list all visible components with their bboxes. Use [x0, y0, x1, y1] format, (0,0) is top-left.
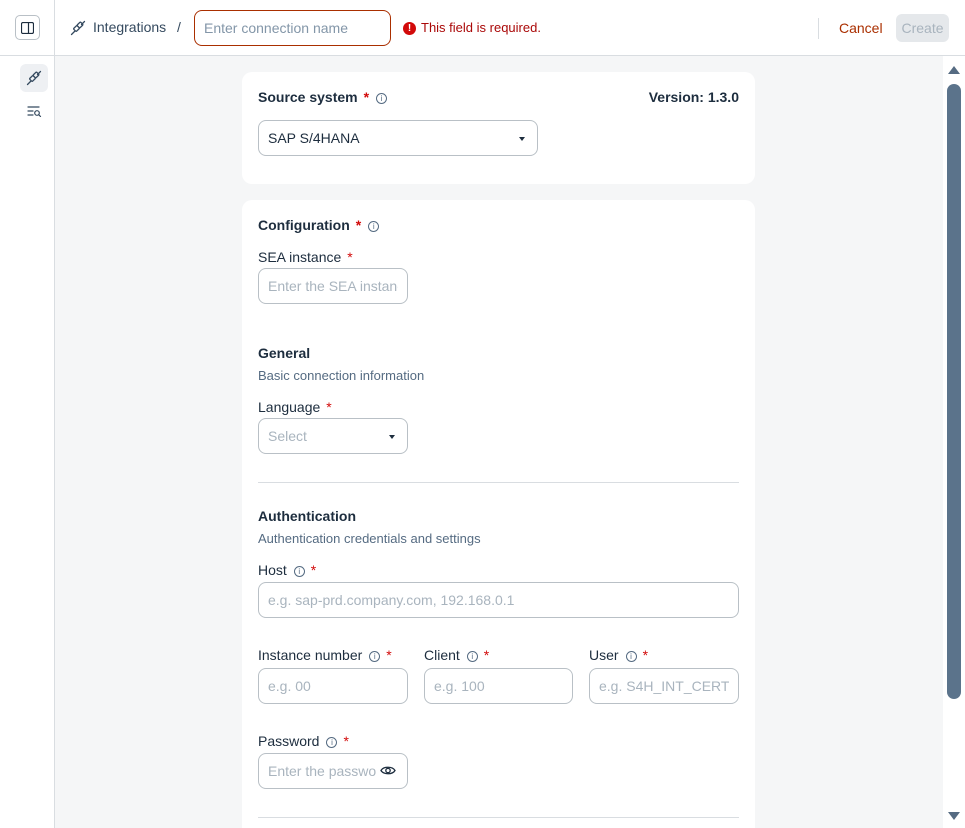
- password-label: Password i *: [258, 733, 349, 749]
- info-icon[interactable]: i: [368, 221, 380, 232]
- language-select-value: Select: [268, 428, 307, 444]
- rail-search-list-button[interactable]: [20, 97, 48, 125]
- user-label: User i *: [589, 647, 648, 663]
- panel-toggle-button[interactable]: [15, 15, 40, 40]
- required-mark: *: [310, 562, 317, 578]
- client-label: Client i *: [424, 647, 489, 663]
- host-label: Host i *: [258, 562, 316, 578]
- required-mark: *: [355, 217, 362, 233]
- general-section-title: General: [258, 345, 311, 361]
- authentication-section-subtitle: Authentication credentials and settings: [258, 531, 481, 546]
- instance-number-label: Instance number i *: [258, 647, 392, 663]
- required-mark: *: [363, 89, 370, 105]
- exclamation-circle-icon: !: [403, 22, 416, 35]
- configuration-title-text: Configuration: [258, 217, 350, 233]
- action-divider: [818, 18, 819, 39]
- required-mark: *: [343, 733, 349, 749]
- info-icon[interactable]: i: [293, 566, 305, 577]
- language-label-text: Language: [258, 399, 321, 415]
- connection-plug-icon: [70, 20, 86, 36]
- info-icon[interactable]: i: [326, 737, 338, 748]
- list-search-icon: [26, 106, 41, 117]
- breadcrumb-separator: /: [177, 19, 181, 35]
- instance-number-input[interactable]: [258, 668, 408, 704]
- sea-instance-label-text: SEA instance: [258, 249, 342, 265]
- client-label-text: Client: [424, 647, 460, 663]
- language-select[interactable]: Select: [258, 418, 408, 454]
- authentication-section-title: Authentication: [258, 508, 356, 524]
- source-system-select[interactable]: SAP S/4HANA: [258, 120, 538, 156]
- name-error-message: This field is required.: [421, 20, 541, 35]
- required-mark: *: [483, 647, 490, 663]
- version-label: Version: 1.3.0: [648, 89, 739, 105]
- section-divider: [258, 482, 739, 483]
- connection-plug-icon: [26, 70, 42, 86]
- top-bar-divider: [54, 0, 55, 56]
- language-label: Language *: [258, 399, 332, 415]
- scroll-down-arrow-icon[interactable]: [948, 812, 960, 820]
- required-mark: *: [386, 647, 392, 663]
- info-icon[interactable]: i: [625, 651, 637, 662]
- info-icon[interactable]: i: [376, 93, 388, 104]
- client-input[interactable]: [424, 668, 573, 704]
- source-system-label: Source system * i: [258, 89, 388, 105]
- scroll-up-arrow-icon[interactable]: [948, 66, 960, 74]
- source-system-label-text: Source system: [258, 89, 358, 105]
- host-input[interactable]: [258, 582, 739, 618]
- configuration-title: Configuration * i: [258, 217, 380, 233]
- source-system-card: Source system * i Version: 1.3.0 SAP S/4HA…: [242, 72, 755, 184]
- general-section-subtitle: Basic connection information: [258, 368, 425, 383]
- chevron-down-icon: [389, 435, 395, 439]
- instance-number-label-text: Instance number: [258, 647, 363, 663]
- connection-name-input[interactable]: [194, 10, 391, 46]
- cancel-button[interactable]: Cancel: [833, 14, 889, 42]
- required-mark: *: [642, 647, 649, 663]
- configuration-card: Configuration * i SEA instance * General Ba…: [242, 200, 755, 828]
- chevron-down-icon: [519, 137, 525, 141]
- left-rail: [0, 56, 55, 828]
- section-divider: [258, 817, 739, 818]
- info-icon[interactable]: i: [369, 651, 381, 662]
- required-mark: *: [326, 399, 332, 415]
- info-icon[interactable]: i: [466, 651, 478, 662]
- sea-instance-input[interactable]: [258, 268, 408, 304]
- top-bar: Integrations / ! This field is required.…: [0, 0, 965, 56]
- create-button[interactable]: Create: [896, 14, 949, 42]
- scrollbar-thumb[interactable]: [947, 84, 961, 699]
- sidebar-panel-icon: [21, 21, 34, 34]
- user-label-text: User: [589, 647, 619, 663]
- host-label-text: Host: [258, 562, 287, 578]
- rail-integrations-button[interactable]: [20, 64, 48, 92]
- source-system-value: SAP S/4HANA: [268, 130, 360, 146]
- sea-instance-label: SEA instance *: [258, 249, 353, 265]
- required-mark: *: [347, 249, 353, 265]
- user-input[interactable]: [589, 668, 739, 704]
- password-label-text: Password: [258, 733, 320, 749]
- eye-icon[interactable]: [380, 765, 396, 776]
- breadcrumb-integrations-link[interactable]: Integrations: [93, 19, 166, 35]
